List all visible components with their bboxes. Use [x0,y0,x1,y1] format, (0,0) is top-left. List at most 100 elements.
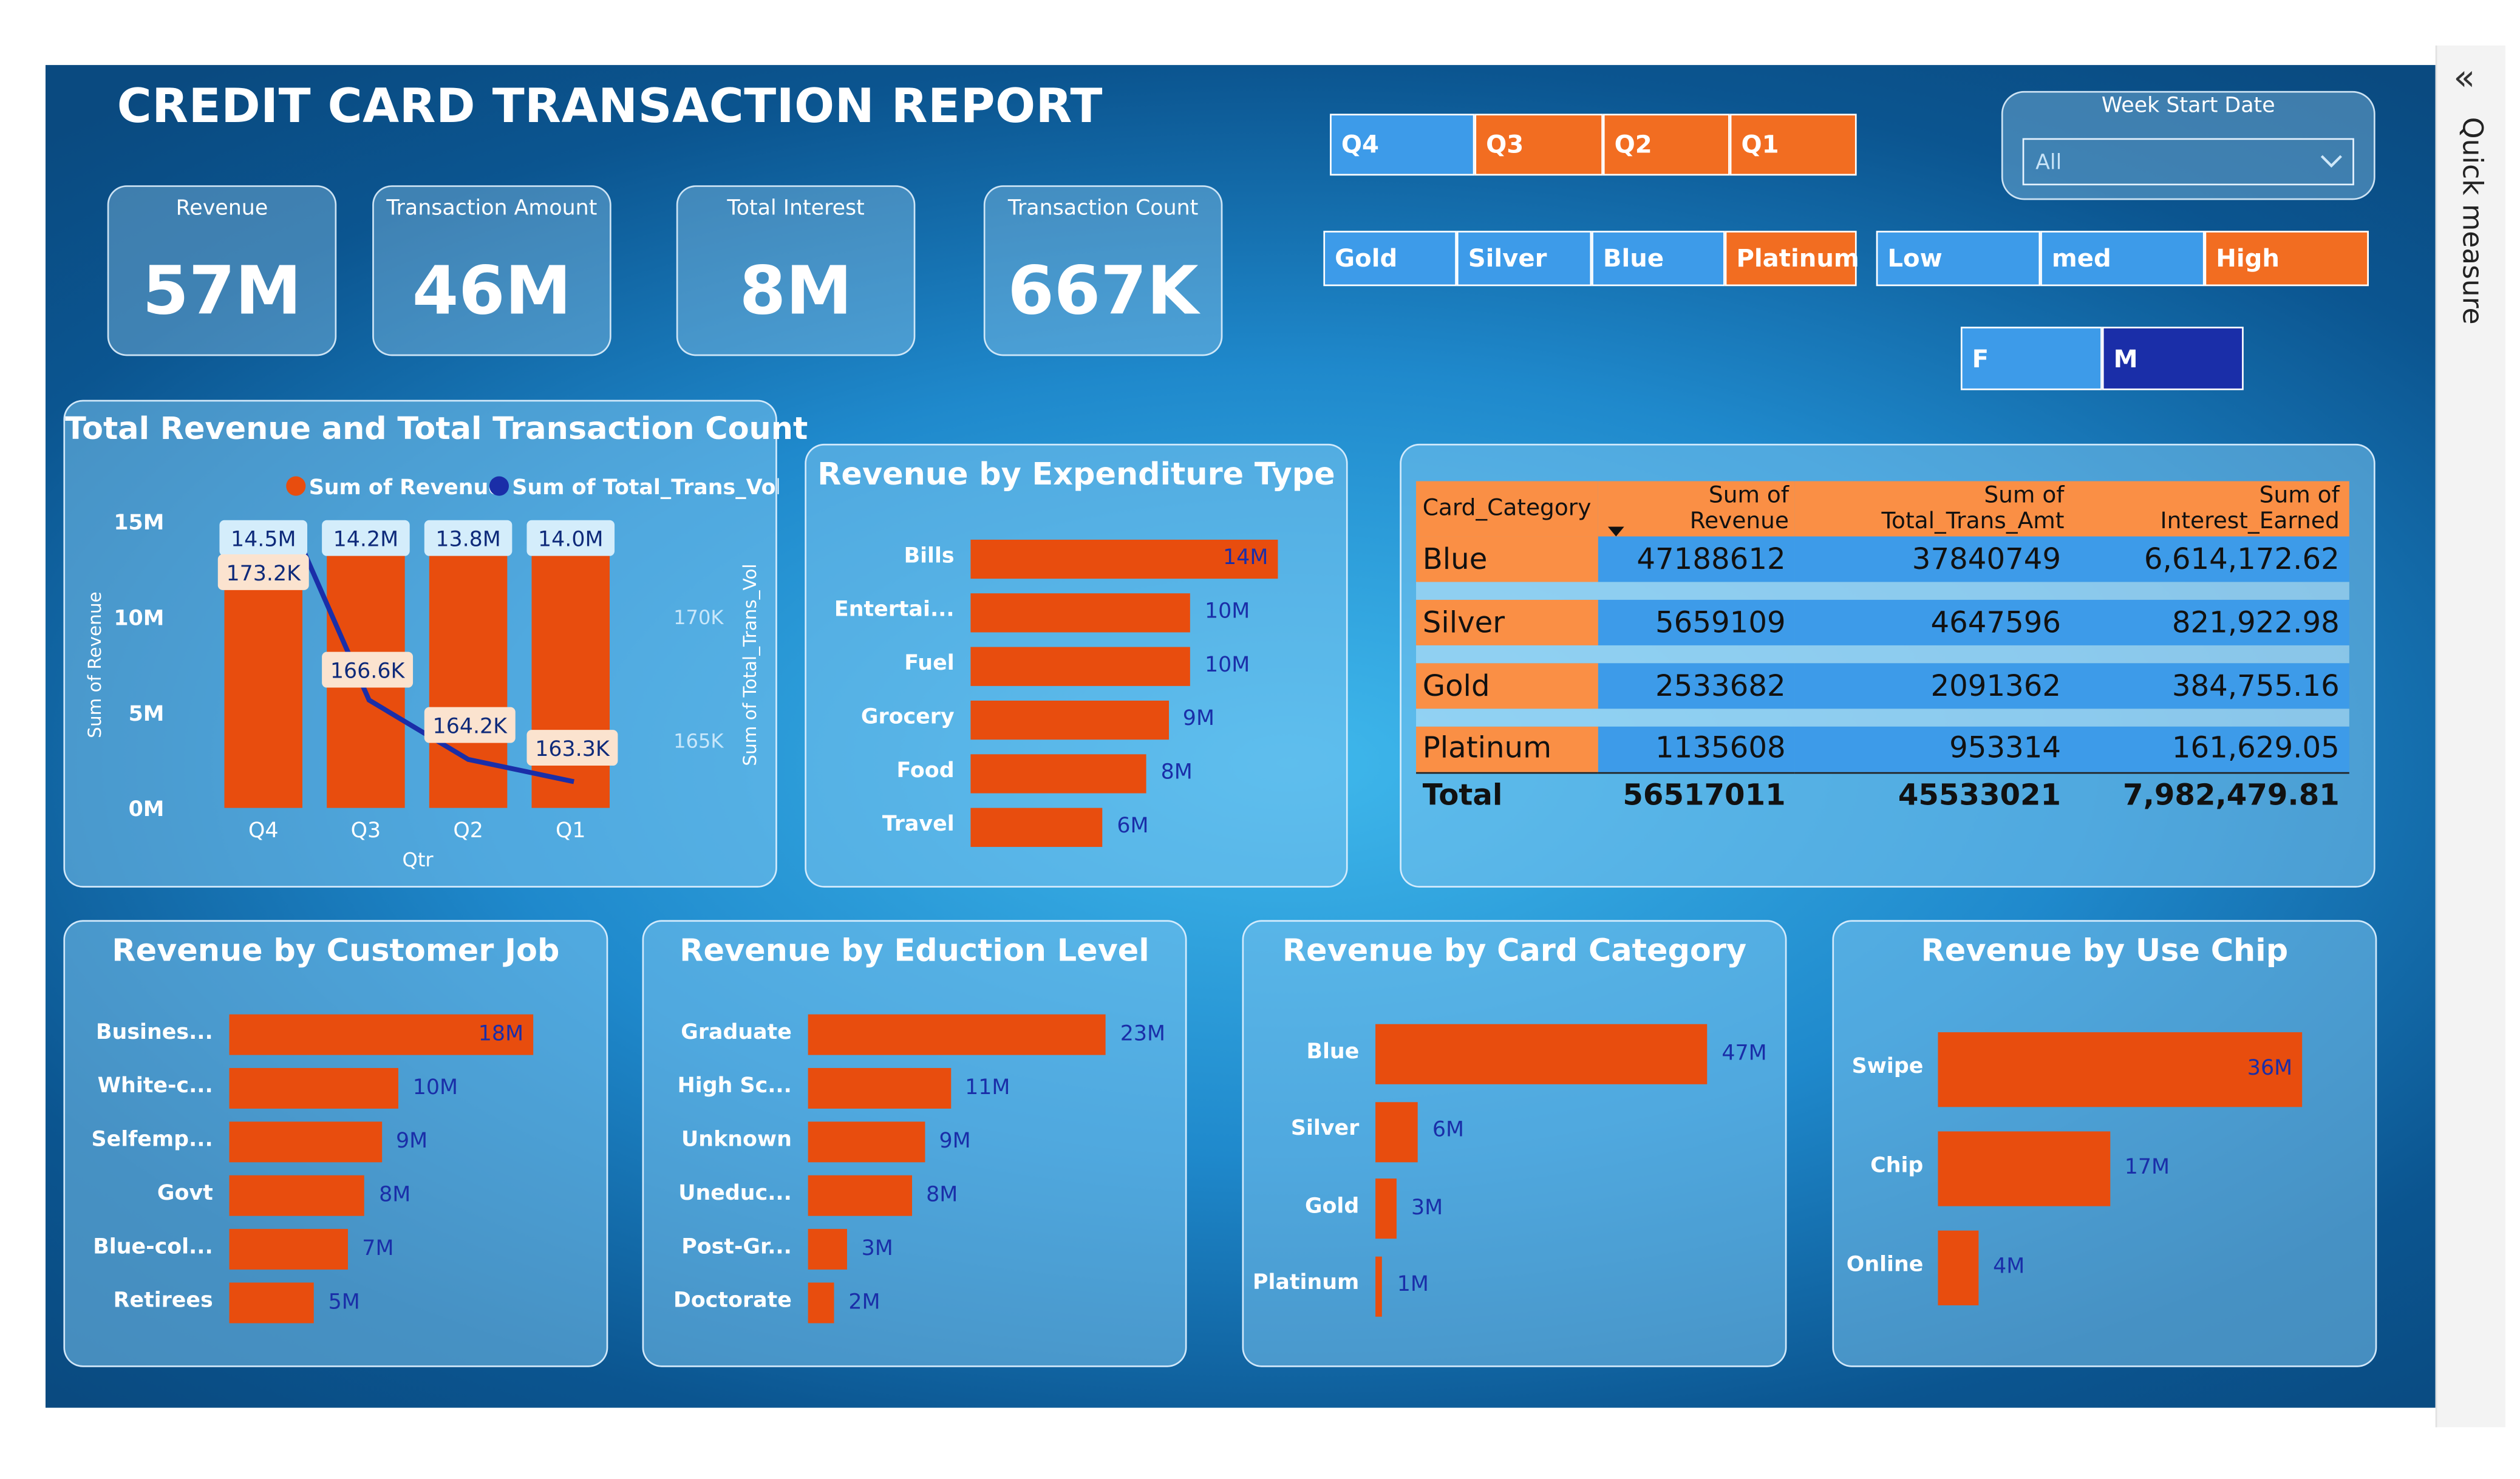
x-tick-label: Q2 [453,818,483,843]
slicer-button-med[interactable]: med [2040,231,2205,287]
slicer-button-q4[interactable]: Q4 [1330,114,1475,176]
kpi-card-transaction-count[interactable]: Transaction Count 667K [983,185,1223,356]
table-row[interactable]: Silver 5659109 4647596 821,922.98 [1416,599,2349,645]
kpi-label: Total Interest [727,196,865,222]
table-cell: 6,614,172.62 [2071,536,2349,582]
bar-category-label: Chip [1870,1154,1924,1179]
bar[interactable] [229,1121,381,1163]
bar[interactable] [1375,1256,1383,1316]
bar-category-label: Post-Gr... [681,1234,792,1259]
bar-value-label: 18M [478,1021,524,1046]
revenue-bar[interactable] [531,540,610,808]
slicer-button-q2[interactable]: Q2 [1602,114,1730,176]
dashboard-canvas: CREDIT CARD TRANSACTION REPORT Revenue 5… [0,0,2520,1479]
bar[interactable] [970,807,1103,847]
legend-trans-vol-marker [489,476,509,496]
slicer-button-high[interactable]: High [2204,231,2369,287]
table-row[interactable]: Gold 2533682 2091362 384,755.16 [1416,663,2349,709]
table-cell: 37840749 [1795,536,2071,582]
revenue-data-label: 14.5M [231,528,296,552]
bar[interactable] [1375,1178,1397,1239]
slicer-button-blue[interactable]: Blue [1592,231,1725,287]
chevron-down-icon [2320,155,2342,168]
slicer-button-q3[interactable]: Q3 [1474,114,1603,176]
table-header-cell[interactable]: Card_Category [1416,481,1598,537]
bar-value-label: 14M [1223,546,1269,571]
slicer-button-low[interactable]: Low [1876,231,2041,287]
bar[interactable] [808,1068,950,1109]
x-axis-title: Qtr [403,848,434,871]
bar[interactable] [808,1229,847,1270]
revenue-data-label: 14.0M [538,528,603,552]
week-filter-dropdown[interactable]: All [2022,138,2354,186]
quick-measure-pane[interactable]: « Quick measure [2435,45,2505,1427]
x-tick-label: Q4 [248,818,279,843]
bar[interactable] [808,1121,925,1163]
table-header-cell[interactable]: Sum of Revenue [1598,481,1796,537]
kpi-card-revenue[interactable]: Revenue 57M [107,185,337,356]
table-cell: 2533682 [1598,663,1796,709]
bar-category-label: Entertai... [834,598,955,623]
panel-title: Revenue by Customer Job [112,933,560,969]
table-cell: 5659109 [1598,599,1796,645]
bar[interactable] [1938,1230,1979,1305]
bar[interactable] [1375,1101,1418,1162]
bar-category-label: Unknown [681,1127,792,1152]
trans-vol-data-label: 166.6K [330,659,406,683]
bar-category-label: Blue [1306,1039,1360,1064]
trans-vol-data-label: 173.2K [226,562,302,586]
slicer-button-f[interactable]: F [1960,327,2102,390]
table-header-cell[interactable]: Sum of Interest_Earned [2071,481,2349,537]
bar[interactable] [970,593,1190,633]
bar-value-label: 10M [1204,653,1250,678]
bar[interactable] [229,1229,348,1270]
bar[interactable] [1938,1131,2110,1206]
bar[interactable] [808,1282,834,1324]
card-category-table-panel: Card_Category Sum of Revenue Sum of Tota… [1400,443,2375,888]
revenue-bar[interactable] [429,544,508,808]
y-tick-label: 5M [129,702,165,726]
kpi-card-total-interest[interactable]: Total Interest 8M [676,185,916,356]
slicer-button-platinum[interactable]: Platinum [1725,231,1859,287]
bar-category-label: Selfemp... [91,1127,213,1152]
bar[interactable] [808,1175,912,1216]
bar-category-label: Gold [1304,1194,1360,1219]
bar[interactable] [970,754,1146,794]
bar[interactable] [970,700,1168,740]
table-cell: 384,755.16 [2071,663,2349,709]
y2-tick-label: 165K [673,730,724,753]
bar[interactable] [229,1068,398,1109]
kpi-label: Transaction Amount [386,196,598,222]
table-header-cell[interactable]: Sum of Total_Trans_Amt [1796,481,2071,537]
bar-value-label: 8M [926,1182,958,1207]
table-row[interactable]: Platinum 1135608 953314 161,629.05 [1416,726,2349,772]
sort-desc-icon [1607,526,1624,537]
y2-tick-label: 170K [673,606,724,629]
bar[interactable] [229,1175,365,1216]
collapse-chevron-icon[interactable]: « [2453,58,2475,99]
bar[interactable] [808,1014,1106,1055]
bar-value-label: 23M [1120,1021,1166,1046]
revenue-data-label: 14.2M [333,528,399,552]
bar-category-label: Graduate [681,1020,792,1045]
bar-value-label: 47M [1721,1041,1767,1066]
week-filter-value: All [2035,151,2062,176]
table-row[interactable]: Blue 47188612 37840749 6,614,172.62 [1416,536,2349,582]
revenue-education-panel: Revenue by Eduction Level Graduate 23M Hig… [642,920,1187,1367]
row-spacer-cell [1416,645,2349,664]
slicer-button-silver[interactable]: Silver [1456,231,1592,287]
bar[interactable] [1375,1024,1708,1084]
bar[interactable] [970,647,1190,686]
slicer-button-m[interactable]: M [2102,327,2244,390]
kpi-card-transaction-amount[interactable]: Transaction Amount 46M [372,185,611,356]
slicer-button-gold[interactable]: Gold [1323,231,1457,287]
table-cell: 4647596 [1795,599,2071,645]
revenue-card-category-panel: Revenue by Card Category Blue 47M Silver 6M… [1242,920,1787,1367]
slicer-button-q1[interactable]: Q1 [1729,114,1857,176]
bar-category-label: Platinum [1252,1271,1360,1296]
bar[interactable] [229,1282,314,1324]
bar-value-label: 3M [1411,1195,1443,1220]
bar-category-label: Food [896,759,955,784]
bar-value-label: 17M [2124,1155,2170,1180]
gender-slicer: F M [1960,327,2244,390]
